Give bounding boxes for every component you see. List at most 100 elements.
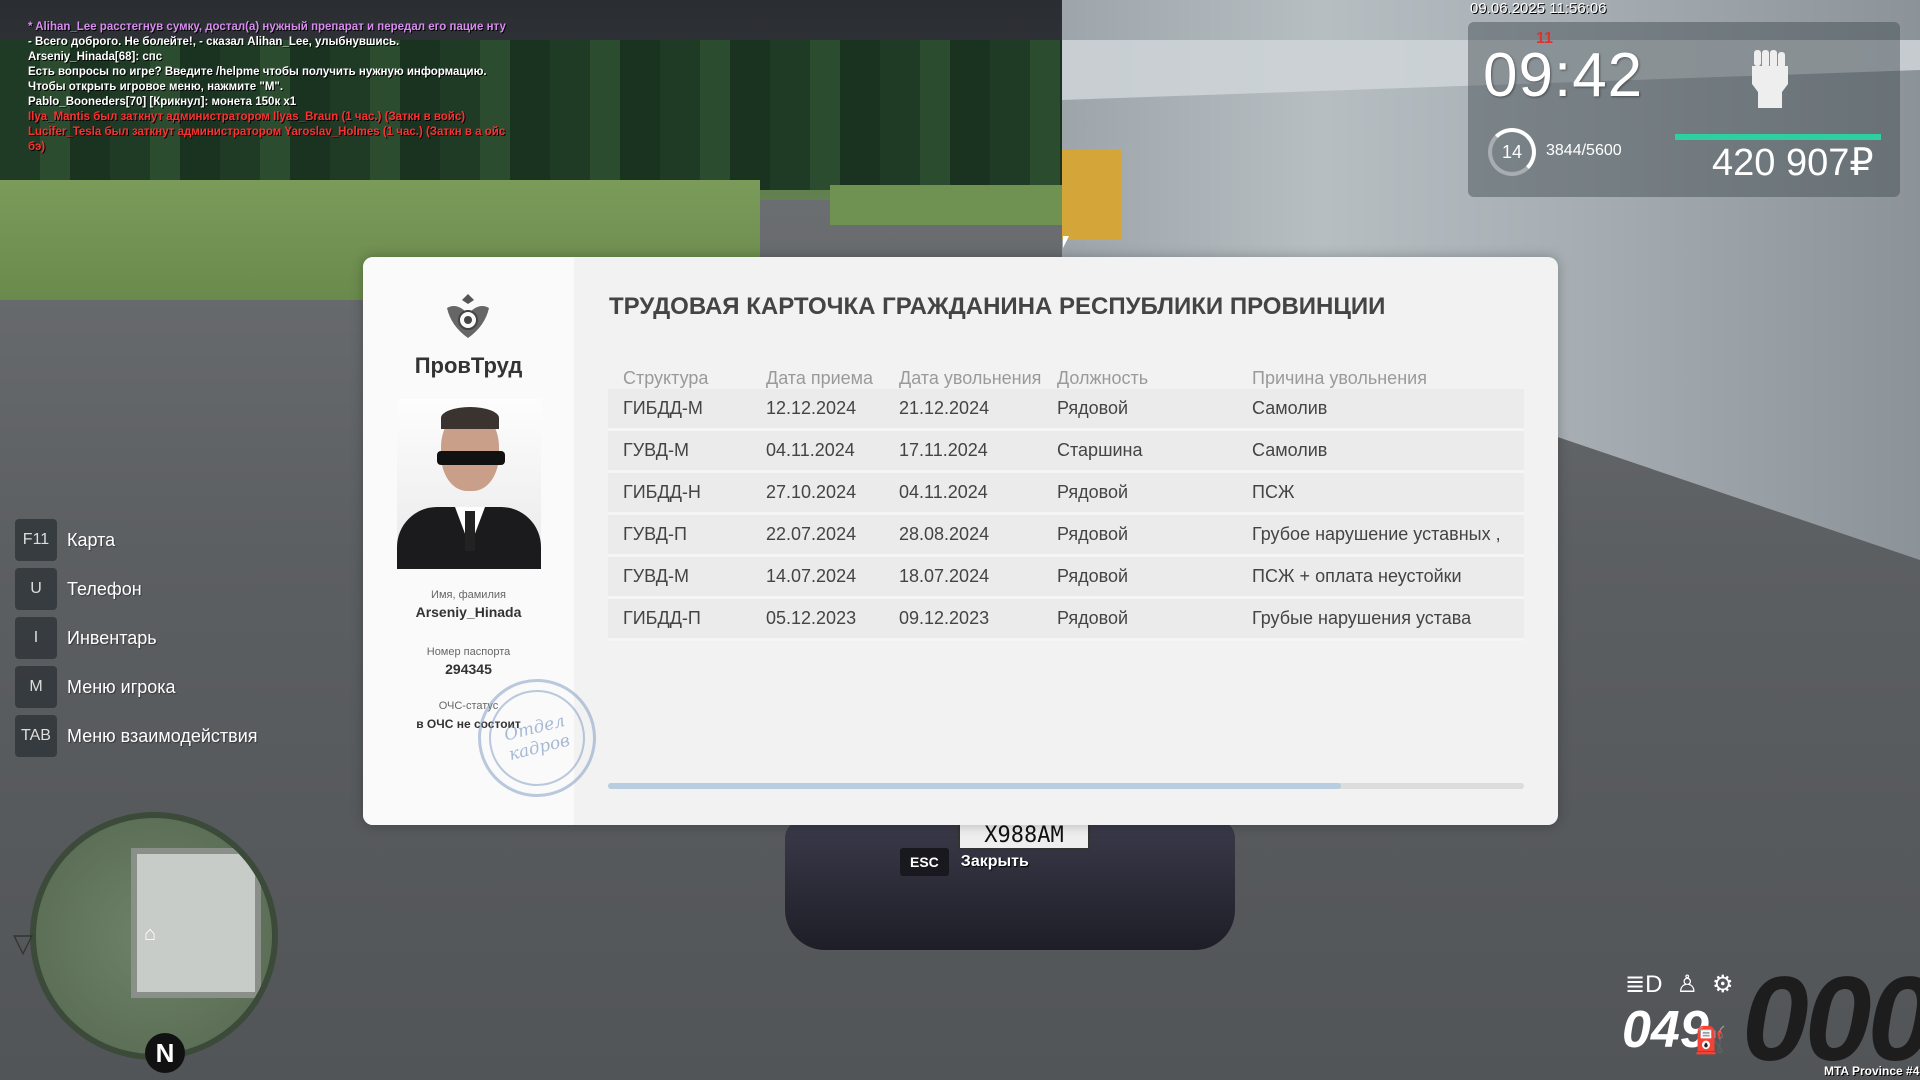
col-dismissal-date: Дата увольнения — [899, 368, 1042, 388]
datetime: 09.06.2025 11:56:06 — [1470, 0, 1607, 17]
mouse-cursor-icon — [1063, 236, 1069, 248]
hint-label: Инвентарь — [67, 627, 157, 648]
hint-inventory[interactable]: I Инвентарь — [15, 616, 258, 660]
stamp-text: Отдел кадров — [478, 679, 596, 797]
employment-card-dialog: ПровТруд Имя, фамилия Arseniy_Hinada Ном… — [363, 257, 1558, 825]
col-position: Должность — [1057, 368, 1149, 388]
hint-player-menu[interactable]: M Меню игрока — [15, 665, 258, 709]
fist-icon — [1752, 50, 1788, 108]
key-m: M — [15, 666, 57, 708]
hint-phone[interactable]: U Телефон — [15, 567, 258, 611]
passport-label: Номер паспорта — [426, 646, 511, 658]
scrollbar-thumb[interactable] — [608, 783, 1341, 789]
hint-label: Телефон — [67, 578, 142, 599]
horizontal-scrollbar[interactable] — [608, 783, 1524, 789]
cell-position: Старшина — [1057, 440, 1143, 460]
cell-position: Рядовой — [1057, 482, 1129, 502]
engine-icon: ⚙ — [1711, 971, 1734, 998]
hint-label: Меню взаимодействия — [67, 725, 258, 746]
cell-position: Рядовой — [1057, 524, 1129, 544]
north-icon: N — [145, 1033, 185, 1073]
close-hint[interactable]: ESC Закрыть — [900, 848, 1029, 876]
cell-hire-date: 04.11.2024 — [766, 440, 855, 460]
cell-dismissal-date: 28.08.2024 — [899, 524, 990, 544]
cell-dismissal-date: 09.12.2023 — [899, 608, 990, 628]
level-ring: 14 — [1488, 128, 1536, 176]
minimap-arrow-icon: ▽ — [13, 928, 33, 958]
table-row: ГУВД-П 22.07.2024 28.08.2024 Рядовой Грубое … — [608, 515, 1524, 557]
profile-panel: ПровТруд Имя, фамилия Arseniy_Hinada Ном… — [363, 257, 609, 825]
chat-line: Ilya_Mantis был заткнут администратором … — [28, 111, 466, 123]
hint-interaction-menu[interactable]: TAB Меню взаимодействия — [15, 714, 258, 758]
col-reason: Причина увольнения — [1252, 368, 1427, 388]
fuel-icon: ⛽ — [1694, 1025, 1727, 1055]
table-row: ГИБДД-Н 27.10.2024 04.11.2024 Рядовой ПСЖ — [608, 473, 1524, 515]
cell-hire-date: 05.12.2023 — [766, 608, 857, 628]
table-row: ГИБДД-П 05.12.2023 09.12.2023 Рядовой Грубые… — [608, 599, 1524, 641]
col-hire-date: Дата приема — [766, 368, 874, 388]
grass-right — [830, 185, 1070, 225]
key-f11: F11 — [15, 519, 57, 561]
org-name: ПровТруд — [414, 353, 523, 378]
cell-dismissal-date: 04.11.2024 — [899, 482, 988, 502]
employment-table: Структура Дата приема Дата увольнения До… — [608, 357, 1524, 641]
speedometer: 000 — [1742, 952, 1920, 1080]
cell-hire-date: 27.10.2024 — [766, 482, 857, 502]
emblem-icon — [447, 294, 489, 338]
citizen-name: Arseniy_Hinada — [415, 604, 522, 620]
cell-reason: ПСЖ — [1252, 482, 1295, 502]
cell-reason: ПСЖ + оплата неустойки — [1252, 566, 1462, 586]
chat-log: * Alihan_Lee расстегнув сумку, достал(а)… — [28, 20, 508, 155]
xp-counter: 3844/5600 — [1546, 142, 1622, 159]
cell-structure: ГИБДД-Н — [623, 482, 701, 502]
chat-line: Есть вопросы по игре? Введите /helpme чт… — [28, 66, 487, 78]
level-value: 14 — [1501, 141, 1523, 162]
table-row: ГУВД-М 04.11.2024 17.11.2024 Старшина Самоли… — [608, 431, 1524, 473]
card-title: ТРУДОВАЯ КАРТОЧКА ГРАЖДАНИНА РЕСПУБЛИКИ … — [609, 293, 1386, 320]
player-marker-icon: ⌂ — [144, 923, 157, 945]
cell-reason: Грубые нарушения устава — [1252, 608, 1472, 628]
chat-line: Lucifer_Tesla был заткнут администраторо… — [28, 126, 506, 153]
hint-map[interactable]: F11 Карта — [15, 518, 258, 562]
chat-line: Чтобы открыть игровое меню, нажмите "M". — [28, 81, 284, 93]
dashboard-icons: ≣D ♙ ⚙ — [1625, 970, 1733, 999]
key-i: I — [15, 617, 57, 659]
table-row: ГИБДД-М 12.12.2024 21.12.2024 Рядовой Самоли… — [608, 389, 1524, 431]
cell-dismissal-date: 17.11.2024 — [899, 440, 988, 460]
cell-position: Рядовой — [1057, 608, 1129, 628]
chat-line: - Всего доброго. Не болейте!, - сказал A… — [28, 36, 400, 48]
headlight-icon: ≣D — [1625, 971, 1663, 998]
cell-reason: Самолив — [1252, 398, 1328, 418]
minimap: ⌂ — [30, 812, 278, 1060]
cell-dismissal-date: 18.07.2024 — [899, 566, 990, 586]
key-u: U — [15, 568, 57, 610]
key-tab: TAB — [15, 715, 57, 757]
chat-line: * Alihan_Lee расстегнув сумку, достал(а)… — [28, 21, 506, 33]
hint-label: Карта — [67, 529, 116, 550]
name-label: Имя, фамилия — [431, 589, 506, 601]
col-structure: Структура — [623, 368, 709, 388]
money: 420 907₽ — [1712, 142, 1874, 184]
cell-structure: ГУВД-М — [623, 440, 689, 460]
esc-key: ESC — [900, 848, 949, 876]
key-hints: F11 Карта U Телефон I Инвентарь M Меню игрок… — [15, 518, 258, 763]
hint-label: Меню игрока — [67, 676, 176, 697]
cell-hire-date: 14.07.2024 — [766, 566, 857, 586]
cell-reason: Самолив — [1252, 440, 1328, 460]
table-body: ГИБДД-М 12.12.2024 21.12.2024 Рядовой Самоли… — [608, 389, 1524, 641]
table-row: ГУВД-М 14.07.2024 18.07.2024 Рядовой ПСЖ + о… — [608, 557, 1524, 599]
server-name: MTA Province #4 — [1824, 1064, 1920, 1078]
passport-number: 294345 — [445, 661, 492, 677]
chat-line: Pablo_Booneders[70] [Крикнул]: монета 15… — [28, 96, 297, 108]
cell-position: Рядовой — [1057, 398, 1129, 418]
cell-hire-date: 12.12.2024 — [766, 398, 857, 418]
cell-structure: ГУВД-М — [623, 566, 689, 586]
seatbelt-icon: ♙ — [1676, 971, 1698, 998]
license-plate: X988AM — [958, 822, 1090, 850]
game-clock: 09:42 — [1483, 41, 1644, 110]
cell-reason: Грубое нарушение уставных , — [1252, 524, 1501, 544]
hr-stamp: Отдел кадров — [465, 666, 609, 810]
cell-structure: ГУВД-П — [623, 524, 687, 544]
table-header: Структура Дата приема Дата увольнения До… — [608, 357, 1524, 389]
cell-structure: ГИБДД-М — [623, 398, 703, 418]
